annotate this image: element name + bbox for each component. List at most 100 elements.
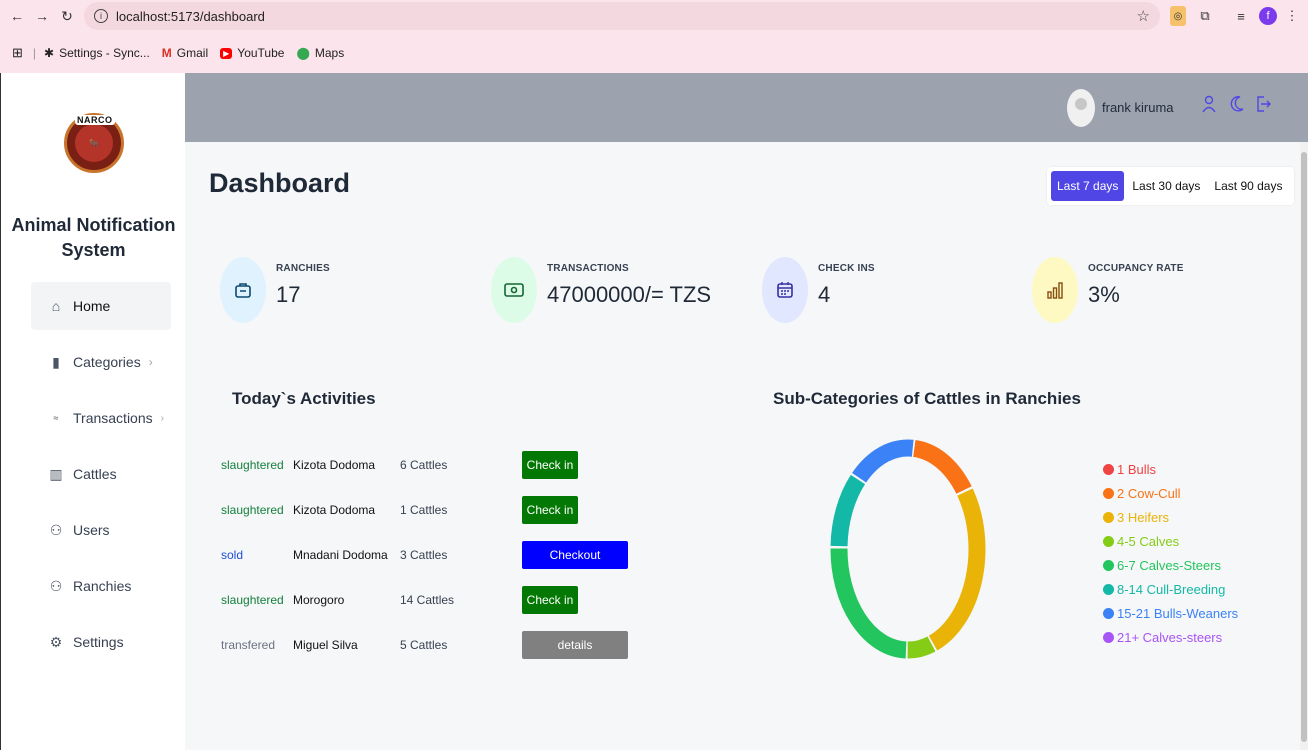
- scrollbar-thumb[interactable]: [1301, 152, 1307, 742]
- legend-label: 21+ Calves-steers: [1117, 629, 1223, 645]
- sidebar-item-cattles[interactable]: ▥ Cattles: [31, 450, 171, 498]
- logout-icon[interactable]: [1253, 93, 1273, 115]
- checkout-button[interactable]: Checkout: [522, 541, 628, 569]
- sidebar-item-settings[interactable]: ⚙ Settings: [31, 618, 171, 666]
- stat-label: OCCUPANCY RATE: [1088, 263, 1184, 274]
- legend-item[interactable]: 15-21 Bulls-Weaners: [1103, 601, 1238, 625]
- logo-text: NARCO: [75, 115, 115, 125]
- activity-status: slaughtered: [221, 458, 284, 472]
- bookmark-settings[interactable]: ✱ Settings - Sync...: [44, 46, 150, 60]
- legend-item[interactable]: 3 Heifers: [1103, 505, 1238, 529]
- bookmark-gmail[interactable]: M Gmail: [162, 46, 208, 60]
- sidebar-item-ranchies[interactable]: ⚇ Ranchies: [31, 562, 171, 610]
- gear-icon: ⚙: [49, 633, 63, 650]
- avatar[interactable]: [1067, 89, 1095, 127]
- sidebar-item-transactions[interactable]: ≈ Transactions ›: [31, 394, 171, 442]
- donut-svg: [830, 439, 986, 659]
- sidebar-item-users[interactable]: ⚇ Users: [31, 506, 171, 554]
- details-button[interactable]: details: [522, 631, 628, 659]
- donut-slice-3-heifers[interactable]: [928, 488, 986, 651]
- stat-value: 47000000/= TZS: [547, 282, 712, 307]
- legend-dot: [1103, 607, 1114, 619]
- user-icon[interactable]: [1199, 93, 1219, 115]
- legend-item[interactable]: 1 Bulls: [1103, 457, 1238, 481]
- range-last-90-days[interactable]: Last 90 days: [1208, 171, 1288, 201]
- sidebar-item-label: Cattles: [73, 466, 117, 482]
- users-icon: ⚇: [49, 577, 63, 594]
- sidebar-item-label: Settings: [73, 634, 124, 650]
- narco-logo: NARCO 🐂: [64, 113, 124, 173]
- sidebar-nav: ⌂ Home ▮ Categories › ≈ Transactions › ▥…: [31, 282, 171, 674]
- sidebar-item-home[interactable]: ⌂ Home: [31, 282, 171, 330]
- activity-place: Miguel Silva: [293, 638, 358, 652]
- donut-slice-15-21-bulls-weaners[interactable]: [852, 439, 914, 483]
- sidebar-item-label: Users: [73, 522, 110, 538]
- legend-item[interactable]: 2 Cow-Cull: [1103, 481, 1238, 505]
- app-name-line2: System: [61, 240, 126, 260]
- users-icon: ⚇: [49, 521, 63, 538]
- check-in-button[interactable]: Check in: [522, 451, 578, 479]
- gmail-icon: M: [161, 46, 172, 60]
- site-info-icon[interactable]: i: [94, 9, 108, 23]
- check-in-button[interactable]: Check in: [522, 496, 578, 524]
- gear-icon: ✱: [44, 46, 55, 60]
- stat-label: RANCHIES: [276, 263, 330, 274]
- moon-icon[interactable]: [1227, 93, 1247, 115]
- logo-inner: 🐂: [75, 124, 113, 162]
- legend-label: 2 Cow-Cull: [1117, 485, 1181, 501]
- header-bar: frank kiruma: [185, 73, 1308, 142]
- activity-place: Morogoro: [293, 593, 345, 607]
- reading-list-icon[interactable]: ≡: [1232, 6, 1250, 26]
- reload-icon[interactable]: ↻: [56, 5, 78, 27]
- main-content: Dashboard Last 7 days Last 30 days Last …: [185, 142, 1300, 750]
- bookmark-youtube[interactable]: ▶ YouTube: [220, 46, 284, 60]
- menu-kebab-icon[interactable]: ⋮: [1285, 6, 1299, 26]
- apps-grid-icon[interactable]: ⊞: [12, 45, 23, 61]
- legend-item[interactable]: 4-5 Calves: [1103, 529, 1238, 553]
- range-last-7-days[interactable]: Last 7 days: [1051, 171, 1125, 201]
- sidebar-item-categories[interactable]: ▮ Categories ›: [31, 338, 171, 386]
- activities-title: Today`s Activities: [232, 389, 376, 408]
- chart-legend: 1 Bulls 2 Cow-Cull 3 Heifers 4-5 Calves 6-7 …: [1103, 457, 1238, 649]
- briefcase-icon: [220, 257, 266, 323]
- legend-item[interactable]: 21+ Calves-steers: [1103, 625, 1238, 649]
- activity-place: Kizota Dodoma: [293, 458, 376, 472]
- legend-label: 15-21 Bulls-Weaners: [1117, 605, 1239, 621]
- address-bar[interactable]: i localhost:5173/dashboard ☆: [84, 2, 1160, 30]
- bookmark-label: Settings - Sync...: [59, 46, 150, 60]
- bookmark-star-icon[interactable]: ☆: [1137, 7, 1150, 25]
- activity-status: slaughtered: [221, 593, 284, 607]
- range-last-30-days[interactable]: Last 30 days: [1126, 171, 1206, 201]
- forward-icon[interactable]: →: [31, 5, 53, 27]
- activity-place: Kizota Dodoma: [293, 503, 376, 517]
- back-icon[interactable]: ←: [6, 5, 28, 27]
- activity-row: slaughtered Morogoro 14 Cattles Check in: [221, 585, 578, 615]
- activity-row: slaughtered Kizota Dodoma 6 Cattles Chec…: [221, 450, 578, 480]
- building-icon: ▥: [49, 465, 63, 482]
- extensions-puzzle-icon[interactable]: ⧉: [1196, 6, 1214, 26]
- donut-slice-6-7-calves-steers[interactable]: [830, 548, 907, 659]
- sidebar-item-label: Home: [73, 298, 111, 314]
- maps-icon: ⬤: [296, 46, 310, 60]
- bookmark-maps[interactable]: ⬤ Maps: [296, 46, 344, 60]
- sidebar-item-label: Transactions: [73, 410, 153, 426]
- legend-item[interactable]: 8-14 Cull-Breeding: [1103, 577, 1238, 601]
- legend-dot: [1103, 487, 1114, 499]
- activity-place: Mnadani Dodoma: [293, 548, 388, 562]
- stat-label: CHECK INS: [818, 263, 875, 274]
- donut-slice-2-cow-cull[interactable]: [912, 440, 972, 494]
- donut-slice-8-14-cull-breeding[interactable]: [830, 474, 866, 547]
- calendar-icon: [762, 257, 808, 323]
- page-title: Dashboard: [209, 168, 351, 198]
- activity-count: 14 Cattles: [400, 593, 455, 607]
- legend-dot: [1103, 463, 1114, 475]
- check-in-button[interactable]: Check in: [522, 586, 578, 614]
- extension-icon[interactable]: ◎: [1170, 6, 1186, 26]
- activity-row: sold Mnadani Dodoma 3 Cattles Checkout: [221, 540, 628, 570]
- profile-avatar[interactable]: f: [1259, 7, 1277, 25]
- page-scrollbar[interactable]: [1300, 142, 1308, 750]
- url-text: localhost:5173/dashboard: [116, 8, 265, 24]
- subcategories-title: Sub-Categories of Cattles in Ranchies: [773, 389, 1081, 408]
- donut-slice-4-5-calves[interactable]: [907, 636, 936, 659]
- legend-item[interactable]: 6-7 Calves-Steers: [1103, 553, 1238, 577]
